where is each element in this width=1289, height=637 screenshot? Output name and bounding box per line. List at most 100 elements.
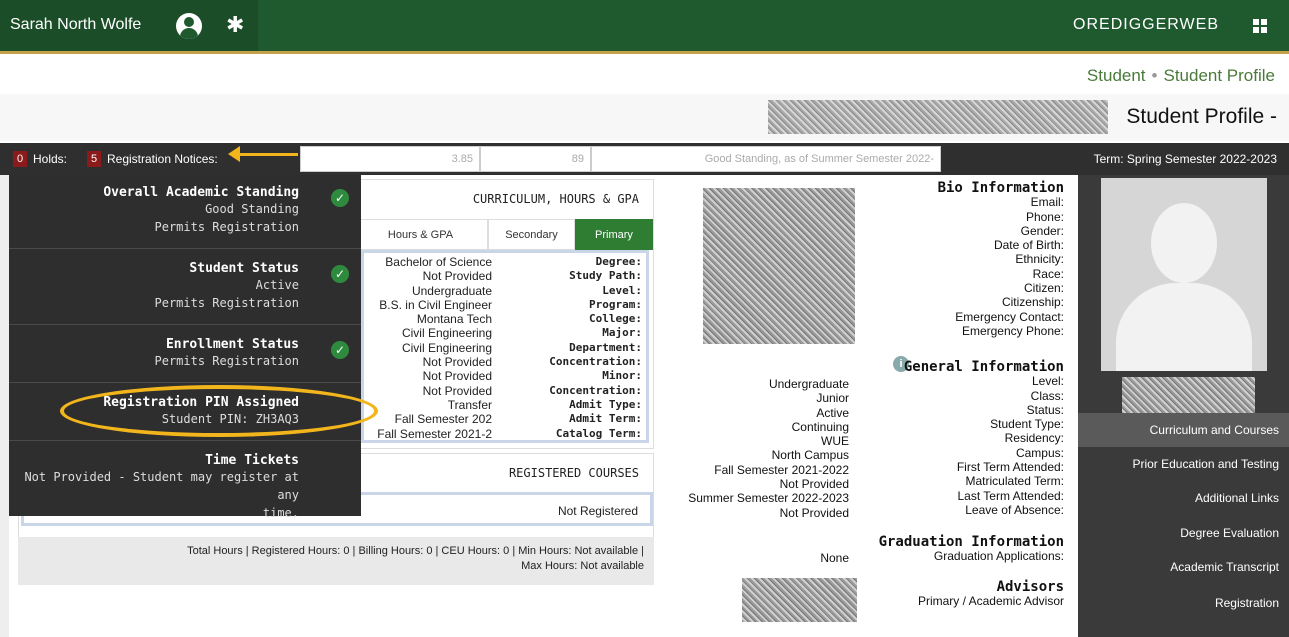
bio-field: Gender: xyxy=(1020,223,1064,238)
notice-line: Permits Registration xyxy=(154,220,300,234)
sidebar-item-prior-education[interactable]: Prior Education and Testing xyxy=(1078,447,1289,481)
curriculum-label: Degree: xyxy=(595,255,642,268)
bio-field: Ethnicity: xyxy=(1015,252,1064,267)
bio-field: Phone: xyxy=(1025,209,1064,224)
general-label: Level: xyxy=(1031,374,1064,389)
curriculum-value: Not Provided xyxy=(422,355,492,370)
bio-field: Email: xyxy=(1030,195,1064,210)
curriculum-label: Concentration: xyxy=(549,383,642,397)
breadcrumb-home[interactable]: Student xyxy=(1087,66,1146,85)
notice-title: Overall Academic Standing xyxy=(103,185,299,200)
sidebar-item-additional-links[interactable]: Additional Links xyxy=(1078,481,1289,515)
general-value: Not Provided xyxy=(779,505,849,520)
curriculum-label: College: xyxy=(589,312,642,326)
general-value: Fall Semester 2021-2022 xyxy=(714,462,849,477)
general-value: Not Provided xyxy=(779,477,849,492)
standing-field: Good Standing, as of Summer Semester 202… xyxy=(591,146,941,172)
curriculum-value: Not Provided xyxy=(422,269,492,284)
redacted-advisor-name xyxy=(742,578,857,622)
redacted-student-name xyxy=(768,100,1108,134)
curriculum-heading: CURRICULUM, HOURS & GPA xyxy=(472,192,639,206)
user-name[interactable]: Sarah North Wolfe xyxy=(10,16,141,34)
curriculum-panel: CURRICULUM, HOURS & GPA Primary Secondar… xyxy=(352,179,654,449)
general-label: Campus: xyxy=(1015,445,1064,460)
general-value: Junior xyxy=(816,391,849,406)
holds-label[interactable]: Holds: xyxy=(33,152,67,166)
curriculum-value: Fall Semester 2021-2 xyxy=(377,426,492,441)
curriculum-label: Admit Type: xyxy=(569,397,642,411)
curriculum-values: Bachelor of Science Not Provided Undergr… xyxy=(366,255,492,441)
advisors-heading: Advisors xyxy=(996,579,1064,595)
general-value: Undergraduate xyxy=(768,377,849,391)
general-value: Summer Semester 2022-2023 xyxy=(688,491,849,506)
breadcrumb-current: Student Profile xyxy=(1163,66,1275,85)
registration-notices-label[interactable]: Registration Notices: xyxy=(107,152,218,166)
bio-field: Date of Birth: xyxy=(993,238,1064,253)
notice-line: Active xyxy=(255,278,299,292)
app-grid-icon[interactable] xyxy=(1253,19,1267,33)
curriculum-value: Not Provided xyxy=(422,369,492,384)
tab-primary[interactable]: Primary xyxy=(575,219,653,250)
check-icon: ✓ xyxy=(331,189,349,207)
credits-field: 89 xyxy=(480,146,591,172)
general-label: Leave of Absence: xyxy=(965,502,1064,517)
user-avatar-icon[interactable] xyxy=(176,13,202,39)
sidebar-item-degree-evaluation[interactable]: Degree Evaluation xyxy=(1078,516,1289,550)
curriculum-label: Study Path: xyxy=(569,269,642,283)
check-icon: ✓ xyxy=(331,265,349,283)
general-heading: General Information xyxy=(903,359,1064,375)
top-bar: Sarah North Wolfe ✱ OREDIGGERWEB xyxy=(0,0,1289,54)
hours-line-1: Total Hours | Registered Hours: 0 | Bill… xyxy=(187,545,644,557)
curriculum-body: Degree: Study Path: Level: Program: Coll… xyxy=(361,250,649,443)
general-label: Status: xyxy=(1026,402,1064,417)
general-value: Active xyxy=(816,405,849,420)
bio-field: Citizenship: xyxy=(1001,295,1064,310)
registration-notices-popover: Overall Academic Standing Good Standing … xyxy=(9,175,361,520)
general-labels: General Information Level: Class: Status… xyxy=(904,360,1064,517)
general-value: Continuing xyxy=(791,419,849,434)
tab-secondary[interactable]: Secondary xyxy=(488,219,575,250)
title-bar: Student Profile - xyxy=(0,94,1289,141)
scrollbar[interactable] xyxy=(0,175,9,637)
curriculum-label: Concentration: xyxy=(549,355,642,369)
curriculum-value: Montana Tech xyxy=(416,312,492,327)
curriculum-value: Transfer xyxy=(447,397,492,412)
notice-time-tickets: Time Tickets Not Provided - Student may … xyxy=(9,441,361,520)
registration-notices-count[interactable]: 5 xyxy=(87,151,101,167)
registered-courses-heading: REGISTERED COURSES xyxy=(508,466,639,480)
breadcrumb: Student • Student Profile xyxy=(1087,66,1275,86)
app-name[interactable]: OREDIGGERWEB xyxy=(1073,16,1219,34)
notice-line: Good Standing xyxy=(205,202,299,216)
graduation-heading: Graduation Information xyxy=(878,534,1064,550)
notice-line: time. xyxy=(262,506,299,520)
registered-status: Not Registered xyxy=(557,504,638,518)
pin-highlight-annotation xyxy=(60,385,378,437)
bio-section: Bio Information Email: Phone: Gender: Da… xyxy=(938,181,1064,338)
gear-icon[interactable]: ✱ xyxy=(226,12,244,38)
tab-hours-gpa[interactable]: Hours & GPA xyxy=(353,219,488,250)
sidebar-item-curriculum[interactable]: Curriculum and Courses xyxy=(1078,413,1289,447)
hours-line-2: Max Hours: Not available xyxy=(521,560,644,572)
page-root: Sarah North Wolfe ✱ OREDIGGERWEB Student… xyxy=(0,0,1289,637)
general-value: North Campus xyxy=(771,448,849,463)
general-label: First Term Attended: xyxy=(956,460,1064,475)
user-area: Sarah North Wolfe ✱ xyxy=(0,0,258,51)
general-label: Last Term Attended: xyxy=(957,488,1064,503)
bio-field: Citizen: xyxy=(1023,281,1064,296)
curriculum-value: B.S. in Civil Engineer xyxy=(379,297,492,312)
curriculum-label: Minor: xyxy=(602,369,642,383)
curriculum-label: Level: xyxy=(602,283,642,297)
notice-line: Permits Registration xyxy=(154,296,300,310)
graduation-section: Graduation Information Graduation Applic… xyxy=(879,535,1064,564)
bio-field: Emergency Phone: xyxy=(961,323,1064,338)
general-value: WUE xyxy=(821,434,849,449)
sidebar-item-academic-transcript[interactable]: Academic Transcript xyxy=(1078,550,1289,584)
curriculum-value: Fall Semester 202 xyxy=(394,412,492,427)
sidebar-item-registration[interactable]: Registration xyxy=(1078,586,1289,620)
general-label: Class: xyxy=(1030,388,1064,403)
redacted-photo-caption xyxy=(1122,377,1255,414)
notice-title: Time Tickets xyxy=(205,453,299,468)
general-values: Undergraduate Junior Active Continuing W… xyxy=(688,377,849,520)
holds-count[interactable]: 0 xyxy=(13,151,27,167)
term-label: Term: Spring Semester 2022-2023 xyxy=(1093,152,1277,166)
